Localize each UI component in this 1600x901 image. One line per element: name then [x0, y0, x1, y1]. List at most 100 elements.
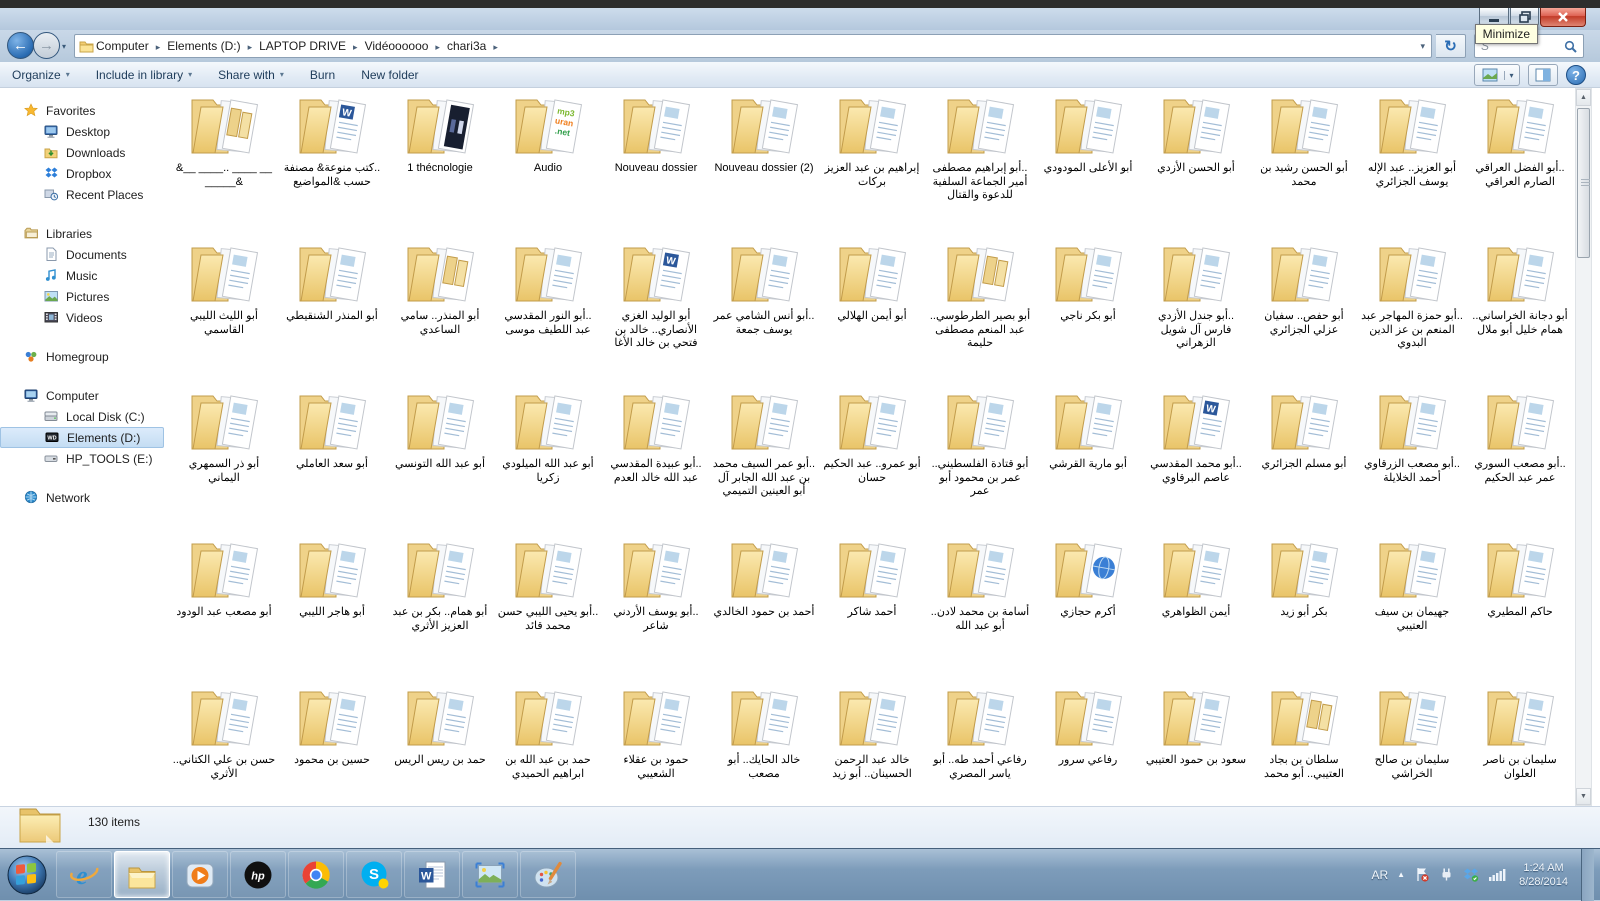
folder-item[interactable]: بكر أبو زيد: [1250, 537, 1358, 685]
sidebar-item-homegroup[interactable]: Homegroup: [0, 346, 168, 367]
help-button[interactable]: ?: [1566, 65, 1586, 85]
toolbar-burn[interactable]: Burn: [310, 68, 335, 82]
sidebar-item-computer[interactable]: Computer: [0, 385, 168, 406]
folder-item[interactable]: أبو عبد الله التونسي: [386, 389, 494, 537]
folder-item[interactable]: Nouveau dossier (2): [710, 93, 818, 241]
folder-item[interactable]: 1 thécnologie: [386, 93, 494, 241]
sidebar-item-downloads[interactable]: Downloads: [0, 142, 168, 163]
sidebar-item-libraries[interactable]: Libraries: [0, 223, 168, 244]
folder-item[interactable]: أبو عبد الله الميلودي زكريا: [494, 389, 602, 537]
breadcrumb-separator-icon[interactable]: ▸: [428, 42, 447, 52]
folder-item[interactable]: ..أبو جندل الأزدي فارس آل شويل الزهراني: [1142, 241, 1250, 389]
taskbar-app-media-player[interactable]: [172, 851, 228, 898]
start-button[interactable]: [0, 849, 54, 900]
preview-pane-button[interactable]: [1528, 64, 1558, 86]
folder-item[interactable]: أبو همام.. بكر بن عبد العزيز الأثري: [386, 537, 494, 685]
folder-item[interactable]: ..أبو النور المقدسي عبد اللطيف موسى: [494, 241, 602, 389]
folder-item[interactable]: أبو المنذر.. سامي الساعدي: [386, 241, 494, 389]
folder-item[interactable]: أبو قتادة الفلسطيني.. عمر بن محمود أبو ع…: [926, 389, 1034, 537]
folder-item[interactable]: سعود بن حمود العتيبي: [1142, 685, 1250, 806]
folder-item[interactable]: حسين بن محمود: [278, 685, 386, 806]
folder-item[interactable]: أبو الحسن الأزدي: [1142, 93, 1250, 241]
taskbar-app-skype[interactable]: S: [346, 851, 402, 898]
breadcrumb-segment[interactable]: Elements (D:): [167, 39, 240, 53]
folder-item[interactable]: Nouveau dossier: [602, 93, 710, 241]
breadcrumb-segment[interactable]: chari3a: [447, 39, 486, 53]
folder-item[interactable]: رفاعي سرور: [1034, 685, 1142, 806]
folder-item[interactable]: أيمن الظواهري: [1142, 537, 1250, 685]
taskbar-app-photo-viewer[interactable]: [462, 851, 518, 898]
folder-item[interactable]: ..أبو يوسف الأردني شاعر: [602, 537, 710, 685]
folder-item[interactable]: mp3uran.netAudio: [494, 93, 602, 241]
folder-item[interactable]: أبو العزيز.. عبد الإله يوسف الجزائري: [1358, 93, 1466, 241]
vertical-scrollbar[interactable]: ▲ ▼: [1575, 88, 1592, 806]
taskbar-app-paint[interactable]: [520, 851, 576, 898]
sidebar-item-dropbox[interactable]: Dropbox: [0, 163, 168, 184]
folder-item[interactable]: حاكم المطيري: [1466, 537, 1574, 685]
folder-item[interactable]: حسن بن علي الكتاني.. الأثري: [170, 685, 278, 806]
folder-item[interactable]: ..أبو مصعب السوري عمر عبد الحكيم: [1466, 389, 1574, 537]
sidebar-item-hp-tools-e[interactable]: HP_TOOLS (E:): [0, 448, 168, 469]
folder-item[interactable]: حمد بن عبد الله بن ابراهيم الحميدي: [494, 685, 602, 806]
taskbar-app-windows-explorer[interactable]: [114, 851, 170, 898]
power-plug-icon[interactable]: [1439, 867, 1454, 882]
folder-item[interactable]: حمد بن ريس الريس: [386, 685, 494, 806]
folder-item[interactable]: &__ ____.. ____ __ _____&: [170, 93, 278, 241]
folder-item[interactable]: ..أبو الفضل العراقي الصارم العراقي: [1466, 93, 1574, 241]
taskbar-app-internet-explorer[interactable]: e: [56, 851, 112, 898]
breadcrumb-separator-icon[interactable]: ▸: [346, 42, 365, 52]
folder-item[interactable]: ..أبو حمزة المهاجر عبد المنعم بن عز الدي…: [1358, 241, 1466, 389]
refresh-button[interactable]: ↻: [1436, 34, 1466, 58]
folder-item[interactable]: ..أبو يحيى الليبي حسن محمد قائد: [494, 537, 602, 685]
recent-pages-dropdown-icon[interactable]: ▾: [62, 42, 66, 51]
folder-item[interactable]: أبو أيمن الهلالي: [818, 241, 926, 389]
taskbar-app-hp[interactable]: hp: [230, 851, 286, 898]
sidebar-item-favorites[interactable]: Favorites: [0, 100, 168, 121]
folder-item[interactable]: أحمد شاكر: [818, 537, 926, 685]
folder-item[interactable]: ..أبو عبيدة المقدسي عبد الله خالد العدم: [602, 389, 710, 537]
folder-item[interactable]: ..أبو مصعب الزرقاوي أحمد الخلايلة: [1358, 389, 1466, 537]
folder-item[interactable]: حمود بن عقلاء الشعيبي: [602, 685, 710, 806]
folder-item[interactable]: أبو ذر السمهري اليماني: [170, 389, 278, 537]
folder-item[interactable]: أسامة بن محمد لادن.. أبو عبد الله: [926, 537, 1034, 685]
network-signal-icon[interactable]: [1488, 867, 1506, 882]
folder-item[interactable]: أبو سعد العاملي: [278, 389, 386, 537]
taskbar-app-word[interactable]: W: [404, 851, 460, 898]
folder-item[interactable]: ..أبو عمر السيف محمد بن عبد الله الجابر …: [710, 389, 818, 537]
sidebar-item-documents[interactable]: Documents: [0, 244, 168, 265]
breadcrumb-separator-icon[interactable]: ▸: [486, 42, 505, 52]
toolbar-share-with[interactable]: Share with▾: [218, 68, 284, 82]
folder-item[interactable]: سلطان بن بجاد العتيبي.. أبو محمد: [1250, 685, 1358, 806]
folder-item[interactable]: أبو هاجر الليبي: [278, 537, 386, 685]
folder-item[interactable]: جهيمان بن سيف العتيبي: [1358, 537, 1466, 685]
folder-item[interactable]: أبو حفص.. سفيان عزلي الجزائري: [1250, 241, 1358, 389]
breadcrumb-separator-icon[interactable]: ▸: [149, 42, 168, 52]
folder-item[interactable]: W..أبو محمد المقدسي عاصم البرقاوي: [1142, 389, 1250, 537]
scroll-up-button[interactable]: ▲: [1576, 89, 1591, 106]
sidebar-item-elements-d[interactable]: WDElements (D:): [0, 427, 164, 448]
dropbox-tray-icon[interactable]: [1463, 867, 1479, 882]
title-bar[interactable]: [0, 8, 1600, 30]
folder-item[interactable]: رفاعي أحمد طه.. أبو ياسر المصري: [926, 685, 1034, 806]
folder-item[interactable]: أبو الحسن رشيد بن محمد: [1250, 93, 1358, 241]
folder-item[interactable]: W..كتب منوعة& مصنفة حسب &المواضيع: [278, 93, 386, 241]
forward-button[interactable]: →: [33, 32, 60, 59]
toolbar-include-in-library[interactable]: Include in library▾: [96, 68, 192, 82]
folder-item[interactable]: أبو مصعب عبد الودود: [170, 537, 278, 685]
folder-item[interactable]: أبو بكر ناجي: [1034, 241, 1142, 389]
taskbar-app-chrome[interactable]: [288, 851, 344, 898]
folder-item[interactable]: أبو دجانة الخراساني.. همام خليل أبو ملال: [1466, 241, 1574, 389]
sidebar-item-recent-places[interactable]: Recent Places: [0, 184, 168, 205]
folder-item[interactable]: ..أبو أنس الشامي عمر يوسف جمعة: [710, 241, 818, 389]
folder-item[interactable]: خالد عبد الرحمن الحسينان.. أبو زيد: [818, 685, 926, 806]
folder-item[interactable]: أبو الأعلى المودودي: [1034, 93, 1142, 241]
close-button[interactable]: [1540, 8, 1586, 27]
change-view-button[interactable]: ▾: [1474, 64, 1520, 86]
sidebar-item-pictures[interactable]: Pictures: [0, 286, 168, 307]
sidebar-item-music[interactable]: Music: [0, 265, 168, 286]
show-hidden-icons[interactable]: ▲: [1397, 870, 1405, 879]
folder-item[interactable]: أبو بصير الطرطوسي.. عبد المنعم مصطفى حلي…: [926, 241, 1034, 389]
folder-item[interactable]: أبو مسلم الجزائري: [1250, 389, 1358, 537]
search-icon[interactable]: [1564, 40, 1577, 53]
sidebar-item-desktop[interactable]: Desktop: [0, 121, 168, 142]
